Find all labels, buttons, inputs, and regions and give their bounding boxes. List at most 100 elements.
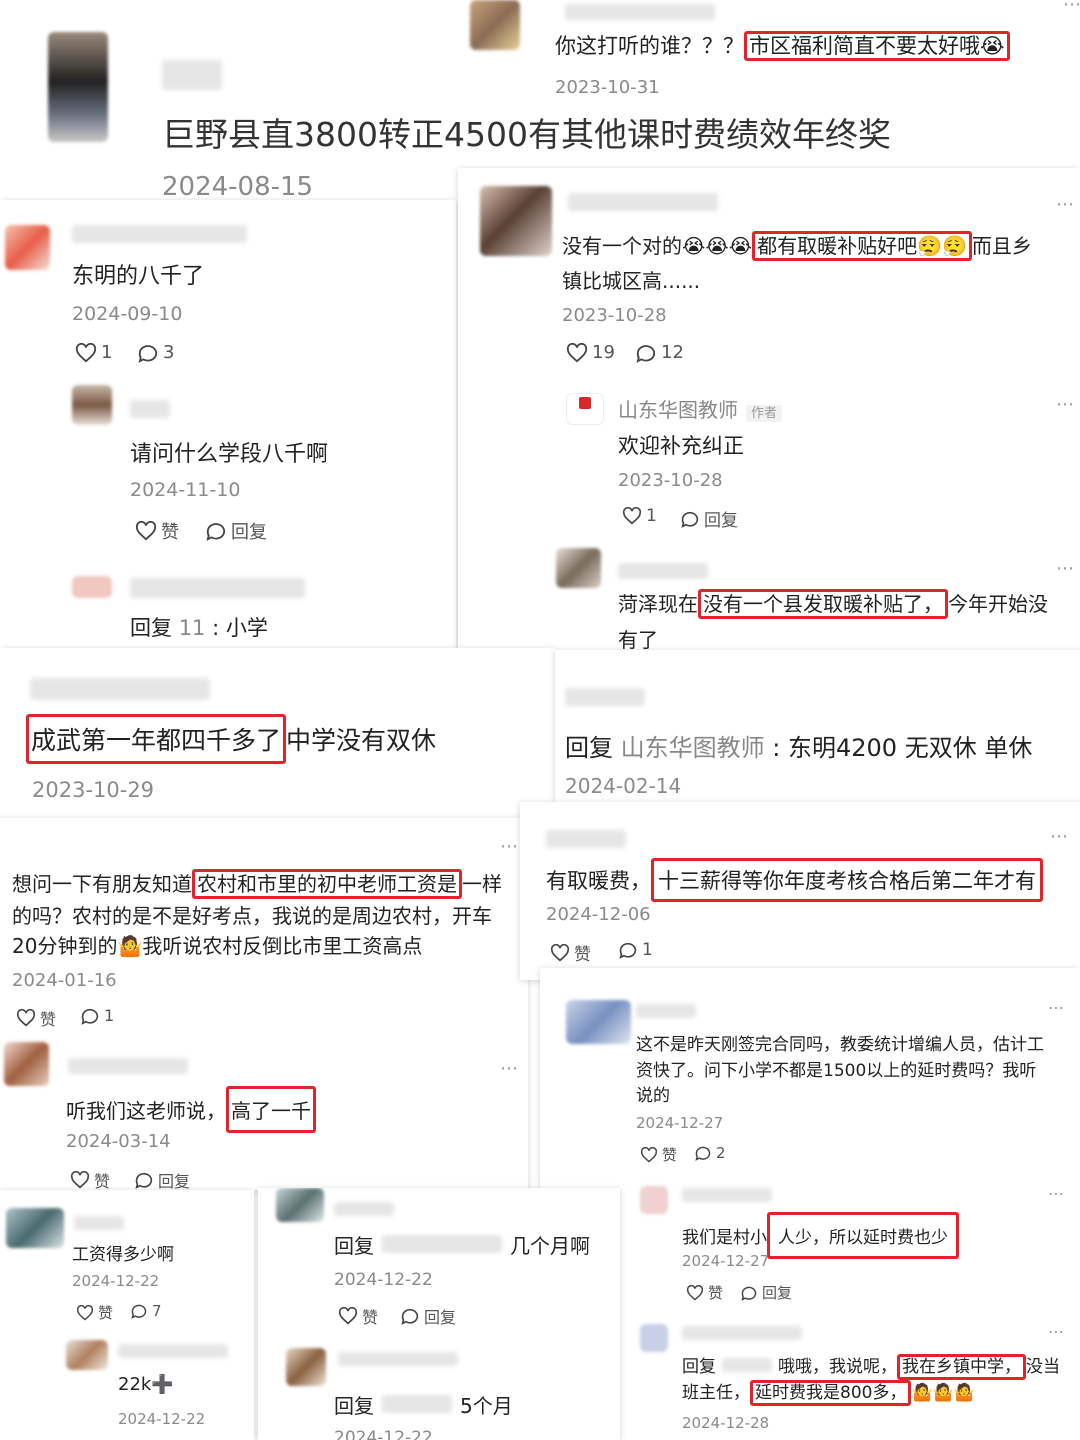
reply-text-highlight: 没有一个县发取暖补贴了， — [698, 589, 948, 619]
speech-bubble-icon — [636, 344, 656, 363]
more-dots-icon[interactable]: ⋯ — [1048, 1184, 1065, 1203]
author-name[interactable]: 山东华图教师 — [618, 398, 738, 422]
comment-card-8: ⋯ 有取暖费， 十三薪得等你年度考核合格后第二年才有 2024-12-06 赞 1 — [520, 802, 1080, 980]
avatar[interactable] — [566, 1000, 631, 1044]
comment-button[interactable]: 3 — [137, 342, 174, 363]
more-dots-icon[interactable]: ⋯ — [1056, 558, 1075, 579]
comment-count: 2 — [716, 1144, 726, 1162]
reply-target-name[interactable]: 山东华图教师 — [621, 734, 765, 762]
comment-card-6: 回复 山东华图教师 : 东明4200 无双休 单休 2024-02-14 — [555, 650, 1080, 802]
more-dots-icon[interactable]: ⋯ — [500, 836, 519, 857]
avatar[interactable] — [480, 186, 552, 256]
like-button[interactable]: 赞 — [135, 518, 179, 544]
comment-count: 7 — [152, 1302, 162, 1320]
more-dots-icon[interactable]: ⋯ — [1048, 998, 1065, 1017]
like-button[interactable]: 赞 — [76, 1302, 113, 1323]
more-dots-icon[interactable]: ⋯ — [1056, 394, 1075, 415]
avatar[interactable] — [4, 1042, 49, 1086]
comment-text: 工资得多少啊 — [72, 1245, 174, 1265]
comment-button[interactable]: 1 — [80, 1006, 114, 1025]
author-reply-date: 2023-10-28 — [618, 470, 723, 491]
comment-button[interactable]: 12 — [635, 342, 684, 363]
reply-target-name[interactable]: 11 — [179, 616, 206, 640]
comment-button[interactable]: 2 — [694, 1144, 726, 1162]
username-blurred — [30, 678, 210, 700]
comment-text-highlight: 成武第一年都四千多了 — [26, 714, 287, 764]
reply-date: 2024-12-22 — [118, 1410, 206, 1428]
comment-text-highlight: 农村和市里的初中老师工资是 — [192, 869, 462, 899]
avatar[interactable] — [556, 548, 601, 588]
reply-button[interactable]: 回复 — [740, 1282, 792, 1303]
reply-button[interactable]: 回复 — [680, 506, 738, 531]
like-label: 赞 — [94, 1172, 111, 1190]
avatar[interactable] — [640, 1324, 668, 1352]
comment-text: 没有一个对的😭😭😭 都有取暖补贴好吧😮‍💨😮‍💨 而且乡 — [562, 230, 1032, 261]
reply-button[interactable]: 回复 — [205, 518, 267, 544]
like-button[interactable]: 赞 — [686, 1282, 723, 1303]
username-blurred — [382, 1235, 502, 1253]
like-button[interactable]: 赞 — [70, 1168, 110, 1190]
comment-card-10: 工资得多少啊 2024-12-22 赞 7 22k➕ 2024-12-22 — [0, 1190, 254, 1440]
reply-text: 回复 山东华图教师 : 东明4200 无双休 单休 — [565, 734, 1033, 762]
reply-label: 回复 — [158, 1172, 191, 1190]
username-blurred — [118, 1344, 228, 1358]
speech-bubble-icon — [81, 1008, 99, 1025]
comment-text-line3: 20分钟到的🤷我听说农村反倒比市里工资高点 — [12, 934, 423, 958]
avatar[interactable] — [286, 1348, 326, 1386]
reply-button[interactable]: 回复 — [400, 1304, 456, 1328]
reply-label: 回复 — [762, 1284, 793, 1302]
like-label: 赞 — [161, 522, 179, 543]
username-blurred — [68, 1058, 188, 1074]
avatar[interactable] — [5, 225, 50, 270]
like-button[interactable]: 赞 — [640, 1144, 677, 1165]
reply-label: 回复 — [424, 1308, 457, 1327]
comment-date: 2024-08-15 — [162, 172, 314, 200]
like-label: 赞 — [662, 1146, 678, 1164]
like-button[interactable]: 19 — [566, 342, 615, 363]
username-blurred — [130, 578, 305, 598]
reply-content: 小学 — [225, 616, 268, 640]
speech-bubble-icon — [681, 511, 699, 528]
more-dots-icon[interactable]: ⋯ — [1050, 826, 1069, 847]
reply-prefix: 回复 — [130, 616, 172, 640]
reply-button[interactable]: 回复 — [134, 1168, 190, 1190]
avatar[interactable] — [276, 1188, 324, 1222]
reply-text-plain: 班主任， — [682, 1383, 750, 1403]
comment-date: 2024-02-14 — [565, 774, 682, 798]
reply-date: 2024-03-14 — [66, 1131, 171, 1152]
brand-logo-icon — [579, 397, 591, 409]
comment-button[interactable]: 7 — [130, 1302, 162, 1320]
like-button[interactable]: 赞 — [550, 940, 591, 965]
avatar[interactable] — [6, 1208, 64, 1248]
more-dots-icon[interactable]: ⋯ — [500, 1058, 519, 1079]
reply-text-plain: 菏泽现在 — [618, 592, 698, 616]
reply-prefix: 回复 — [334, 1394, 374, 1418]
heart-icon — [16, 1009, 36, 1027]
author-logo[interactable] — [566, 393, 604, 425]
more-dots-icon[interactable]: ⋯ — [1063, 0, 1080, 15]
author-name-row: 山东华图教师 作者 — [618, 394, 783, 423]
comment-card-11: 回复 几个月啊 2024-12-22 赞 回复 回复 5个月 2024-12-22 — [258, 1188, 620, 1440]
avatar[interactable] — [66, 1340, 108, 1370]
more-dots-icon[interactable]: ⋯ — [1056, 194, 1075, 215]
reply-text-highlight: 人少，所以延时费也少 — [767, 1212, 959, 1259]
avatar[interactable] — [72, 576, 112, 598]
comment-button[interactable]: 1 — [618, 940, 653, 960]
username-blurred — [338, 1352, 458, 1366]
like-button[interactable]: 1 — [75, 342, 112, 363]
author-badge: 作者 — [746, 405, 783, 422]
like-count: 1 — [101, 342, 113, 363]
highlight-box: 都有取暖补贴好吧😮‍💨😮‍💨 — [752, 231, 972, 261]
heart-icon — [76, 1304, 94, 1321]
like-button[interactable]: 赞 — [338, 1304, 378, 1328]
avatar[interactable] — [48, 32, 108, 142]
avatar[interactable] — [640, 1186, 668, 1214]
reply-text-plain: 我们是村小 — [682, 1228, 767, 1248]
comment-text-line2: 的吗？农村的是不是好考点，我说的是周边农村，开车 — [12, 904, 492, 928]
avatar[interactable] — [72, 385, 112, 425]
more-dots-icon[interactable]: ⋯ — [1048, 1322, 1065, 1341]
like-button[interactable]: 赞 — [16, 1006, 56, 1030]
comment-date: 2024-09-10 — [72, 303, 183, 325]
author-reply-text: 欢迎补充纠正 — [618, 434, 744, 458]
like-button[interactable]: 1 — [622, 506, 657, 526]
